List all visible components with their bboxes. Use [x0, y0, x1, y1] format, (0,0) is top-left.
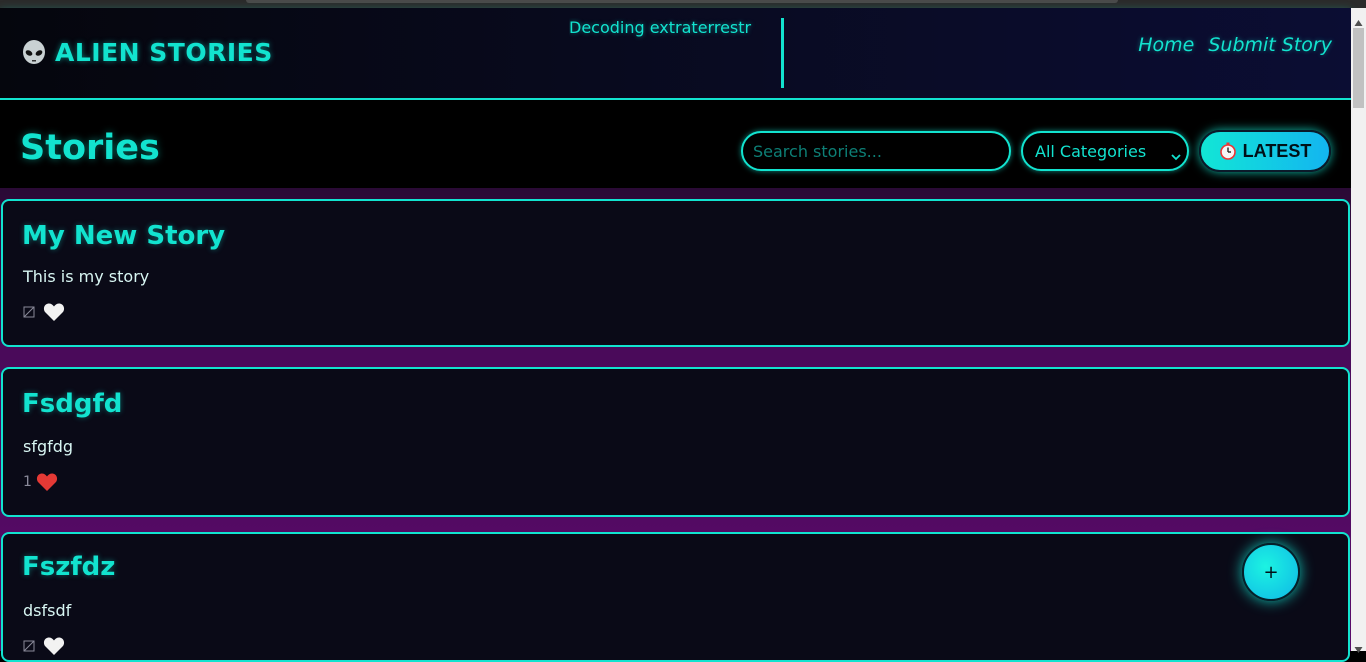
timer-icon — [1219, 142, 1237, 160]
main-nav: Home Submit Story — [1138, 34, 1332, 56]
ticker: Decoding extraterrestr — [569, 18, 784, 88]
logo[interactable]: ALIEN STORIES — [21, 38, 273, 67]
broken-count-icon — [23, 637, 35, 656]
latest-sort-label: LATEST — [1242, 140, 1312, 161]
fab-label: + — [1263, 561, 1279, 583]
story-card[interactable]: My New Story This is my story — [1, 199, 1350, 347]
scroll-down-icon[interactable] — [1354, 639, 1363, 653]
story-card[interactable]: Fszfdz dsfsdf — [1, 532, 1350, 662]
site-header: ALIEN STORIES Decoding extraterrestr Hom… — [0, 8, 1351, 100]
page-title: Stories — [20, 128, 160, 168]
heart-icon[interactable] — [43, 302, 65, 322]
story-meta — [23, 302, 65, 322]
story-body: sfgfdg — [23, 437, 74, 456]
stories-feed: My New Story This is my story Fsdgfd sfg… — [0, 188, 1351, 662]
category-select-value: All Categories — [1035, 141, 1147, 161]
story-meta — [23, 636, 65, 656]
story-body: dsfsdf — [23, 601, 72, 620]
nav-submit-story-link[interactable]: Submit Story — [1208, 34, 1332, 56]
page-scrollbar[interactable] — [1351, 8, 1366, 653]
nav-home-link[interactable]: Home — [1138, 34, 1194, 56]
browser-top-strip — [0, 0, 1366, 8]
alien-icon — [21, 39, 47, 66]
story-card[interactable]: Fsdgfd sfgfdg 1 — [1, 367, 1350, 517]
ticker-text: Decoding extraterrestr — [569, 18, 752, 37]
stories-toolbar: Stories All Categories LATEST — [0, 100, 1351, 188]
heart-icon[interactable] — [43, 636, 65, 656]
heart-icon[interactable] — [36, 472, 58, 492]
search-input[interactable] — [741, 131, 1011, 171]
broken-count-icon — [23, 303, 35, 322]
logo-text: ALIEN STORIES — [55, 38, 273, 67]
like-count: 1 — [23, 474, 32, 490]
story-meta: 1 — [23, 472, 58, 492]
story-title[interactable]: Fsdgfd — [22, 389, 122, 419]
latest-sort-button[interactable]: LATEST — [1199, 130, 1331, 172]
story-title[interactable]: Fszfdz — [22, 552, 115, 582]
add-story-fab[interactable]: + — [1242, 543, 1300, 601]
category-select[interactable]: All Categories — [1021, 131, 1189, 171]
story-body: This is my story — [23, 267, 150, 286]
story-title[interactable]: My New Story — [22, 221, 225, 251]
chevron-down-icon — [1171, 146, 1181, 165]
scroll-up-icon[interactable] — [1354, 12, 1363, 26]
top-scroll-thumb[interactable] — [246, 0, 1118, 3]
scrollbar-thumb[interactable] — [1353, 28, 1364, 108]
